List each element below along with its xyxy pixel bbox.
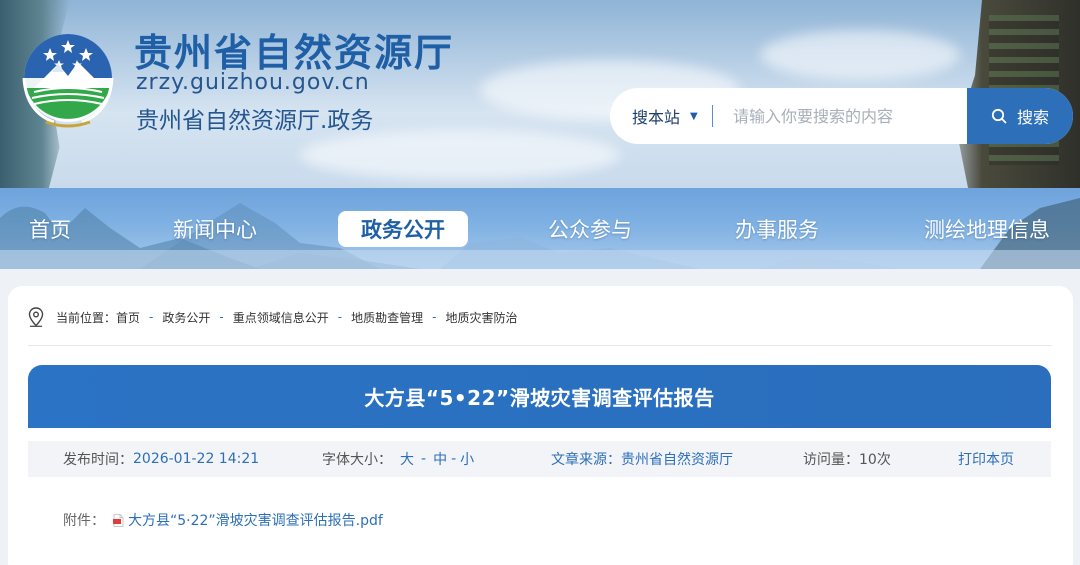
site-header: 贵州省自然资源厅 zrzy.guizhou.gov.cn 贵州省自然资源厅.政务… — [0, 0, 1080, 188]
font-size-separator: - — [421, 451, 427, 467]
nav-item-government-affairs[interactable]: 政务公开 — [338, 211, 468, 247]
nav-item-news[interactable]: 新闻中心 — [160, 211, 270, 247]
breadcrumb-item-home[interactable]: 首页 — [116, 309, 140, 326]
font-size-medium[interactable]: 中 — [433, 449, 447, 469]
search-input[interactable] — [713, 88, 967, 144]
location-pin-icon — [28, 307, 44, 327]
search-scope-label: 搜本站 — [632, 108, 681, 127]
article-title: 大方县“5•22”滑坡灾害调查评估报告 — [364, 386, 715, 410]
cloud-decoration — [760, 30, 960, 80]
pdf-file-icon — [113, 513, 124, 527]
site-title: 贵州省自然资源厅 — [134, 31, 455, 75]
nav-items: 首页 新闻中心 政务公开 公众参与 办事服务 测绘地理信息 — [0, 188, 1080, 269]
font-size-control: 字体大小： 大 - 中 - 小 — [322, 441, 474, 477]
breadcrumb-separator: - — [337, 310, 343, 324]
breadcrumb-separator: - — [219, 310, 224, 324]
search-box: 搜本站 ▼ 搜索 — [610, 88, 1073, 144]
view-count-label: 访问量： — [803, 452, 859, 468]
nav-item-home[interactable]: 首页 — [12, 211, 88, 247]
attachment-link[interactable]: 大方县“5·22”滑坡灾害调查评估报告.pdf — [128, 510, 383, 530]
font-size-small[interactable]: 小 — [460, 449, 474, 469]
article-source: 文章来源： 贵州省自然资源厅 — [551, 441, 733, 477]
view-count-value: 10次 — [859, 452, 891, 468]
publish-time: 发布时间： 2026-01-22 14:21 — [63, 441, 259, 477]
article-source-label: 文章来源： — [551, 452, 621, 468]
site-domain: zrzy.guizhou.gov.cn — [136, 70, 370, 95]
publish-time-label: 发布时间： — [63, 452, 133, 468]
publish-time-value: 2026-01-22 14:21 — [133, 451, 260, 467]
site-subtitle: 贵州省自然资源厅.政务 — [136, 108, 374, 134]
attachment: 附件： 大方县“5·22”滑坡灾害调查评估报告.pdf — [63, 510, 383, 530]
view-count: 访问量： 10次 — [803, 441, 891, 477]
search-button-label: 搜索 — [1016, 108, 1049, 127]
search-icon — [991, 108, 1007, 124]
breadcrumb-separator: - — [432, 310, 437, 324]
main-nav: 首页 新闻中心 政务公开 公众参与 办事服务 测绘地理信息 — [0, 188, 1080, 269]
article-meta-bar: 发布时间： 2026-01-22 14:21 字体大小： 大 - 中 - 小 文… — [28, 441, 1051, 477]
site-emblem-logo[interactable] — [16, 26, 120, 130]
article-title-bar: 大方县“5•22”滑坡灾害调查评估报告 — [28, 365, 1051, 428]
print-page-link[interactable]: 打印本页 — [958, 449, 1014, 469]
breadcrumb-divider — [28, 345, 1051, 346]
breadcrumb-prefix: 当前位置： — [56, 310, 117, 325]
font-size-separator: - — [451, 451, 457, 467]
breadcrumb-item-geo-survey[interactable]: 地质勘查管理 — [351, 309, 423, 326]
font-size-label: 字体大小： — [322, 452, 392, 468]
breadcrumb-item-geo-hazard[interactable]: 地质灾害防治 — [445, 309, 517, 326]
article-source-value: 贵州省自然资源厅 — [621, 452, 733, 468]
breadcrumb-separator: - — [149, 310, 154, 324]
search-button[interactable]: 搜索 — [967, 88, 1073, 144]
breadcrumb-item-government-affairs[interactable]: 政务公开 — [162, 309, 210, 326]
print-page: 打印本页 — [958, 441, 1014, 477]
breadcrumb-item-key-areas[interactable]: 重点领域信息公开 — [233, 309, 329, 326]
search-scope-dropdown[interactable]: 搜本站 ▼ — [610, 88, 712, 144]
nav-item-public-participation[interactable]: 公众参与 — [535, 211, 645, 247]
caret-down-icon: ▼ — [690, 110, 698, 122]
attachment-label: 附件： — [63, 513, 105, 529]
nav-item-surveying-geoinfo[interactable]: 测绘地理信息 — [912, 211, 1062, 247]
cloud-decoration — [300, 130, 620, 180]
content-panel: 当前位置： 首页 - 政务公开 - 重点领域信息公开 - 地质勘查管理 - 地质… — [8, 286, 1073, 565]
font-size-large[interactable]: 大 — [400, 449, 414, 469]
nav-item-services[interactable]: 办事服务 — [722, 211, 832, 247]
breadcrumb: 当前位置： 首页 - 政务公开 - 重点领域信息公开 - 地质勘查管理 - 地质… — [28, 305, 517, 329]
